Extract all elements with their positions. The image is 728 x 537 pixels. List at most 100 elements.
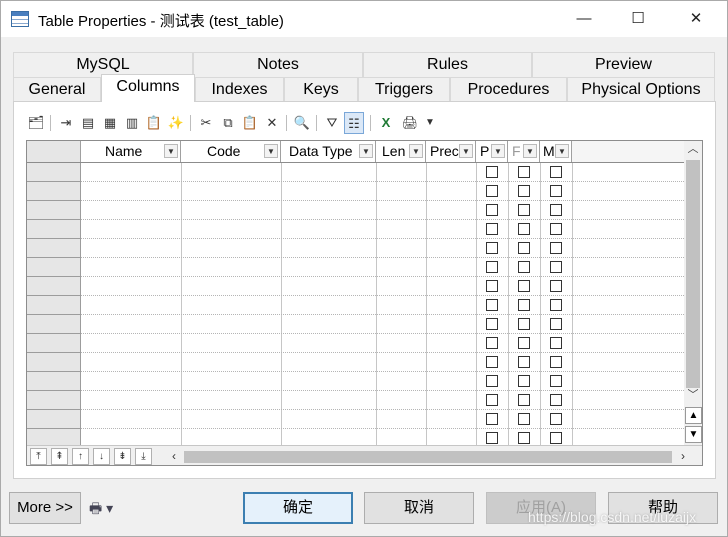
column-header-code[interactable]: Code ▼ [181,141,281,162]
add-rows-icon[interactable]: ▦ [100,112,120,134]
add-row-icon[interactable]: ▤ [78,112,98,134]
horizontal-scrollbar-thumb[interactable] [184,451,672,463]
tab-physical-options[interactable]: Physical Options [567,77,715,102]
scroll-up-icon[interactable]: ︿ [684,141,702,158]
column-header-data-type[interactable]: Data Type ▼ [281,141,376,162]
delete-icon[interactable]: ✕ [262,112,282,134]
primary-key-checkbox[interactable] [486,280,498,292]
table-row[interactable] [81,353,684,372]
mandatory-checkbox[interactable] [550,242,562,254]
row-selector[interactable] [27,220,81,239]
row-selector[interactable] [27,353,81,372]
tab-procedures[interactable]: Procedures [450,77,567,102]
table-row[interactable] [81,239,684,258]
scroll-top-icon[interactable]: ▲ [685,407,702,424]
mandatory-checkbox[interactable] [550,413,562,425]
mandatory-checkbox[interactable] [550,432,562,444]
table-row[interactable] [81,391,684,410]
cut-icon[interactable]: ✂ [196,112,216,134]
add-columns-icon[interactable]: ▥ [122,112,142,134]
table-row[interactable] [81,182,684,201]
table-row[interactable] [81,410,684,429]
tab-triggers[interactable]: Triggers [358,77,450,102]
mandatory-checkbox[interactable] [550,223,562,235]
chevron-down-icon[interactable]: ▼ [459,144,473,158]
primary-key-checkbox[interactable] [486,299,498,311]
move-up-icon[interactable]: ↑ [72,448,89,465]
row-selector[interactable] [27,201,81,220]
customize-columns-icon[interactable]: ☷ [344,112,364,134]
mandatory-checkbox[interactable] [550,375,562,387]
table-row[interactable] [81,220,684,239]
scroll-bottom-icon[interactable]: ▼ [685,426,702,443]
tab-general[interactable]: General [13,77,101,102]
row-selector[interactable] [27,163,81,182]
excel-export-icon[interactable]: X [376,112,396,134]
column-header-f[interactable]: F ▼ [508,141,540,162]
move-down-page-icon[interactable]: ⇟ [114,448,131,465]
print-icon[interactable]: 🖨 [400,112,420,134]
foreign-key-checkbox[interactable] [518,337,530,349]
table-row[interactable] [81,372,684,391]
ok-button[interactable]: 确定 [243,492,353,524]
row-selector[interactable] [27,296,81,315]
foreign-key-checkbox[interactable] [518,185,530,197]
table-row[interactable] [81,163,684,182]
scroll-left-icon[interactable]: ‹ [167,448,181,465]
mandatory-checkbox[interactable] [550,261,562,273]
foreign-key-checkbox[interactable] [518,280,530,292]
row-selector[interactable] [27,258,81,277]
scrollbar-thumb[interactable] [686,160,700,388]
foreign-key-checkbox[interactable] [518,375,530,387]
table-row[interactable] [81,296,684,315]
foreign-key-checkbox[interactable] [518,204,530,216]
table-row[interactable] [81,201,684,220]
primary-key-checkbox[interactable] [486,242,498,254]
new-item-icon[interactable]: ✨ [166,112,186,134]
chevron-down-icon[interactable]: ▼ [523,144,537,158]
foreign-key-checkbox[interactable] [518,166,530,178]
paste-column-icon[interactable]: 📋 [144,112,164,134]
mandatory-checkbox[interactable] [550,299,562,311]
filter-icon[interactable]: ⛛ [322,112,342,134]
mandatory-checkbox[interactable] [550,318,562,330]
row-selector[interactable] [27,410,81,429]
copy-icon[interactable]: ⧉ [218,112,238,134]
primary-key-checkbox[interactable] [486,394,498,406]
tab-notes[interactable]: Notes [193,52,363,77]
cancel-button[interactable]: 取消 [364,492,474,524]
foreign-key-checkbox[interactable] [518,413,530,425]
column-header-p[interactable]: P ▼ [476,141,508,162]
row-selector[interactable] [27,391,81,410]
primary-key-checkbox[interactable] [486,356,498,368]
close-button[interactable]: ✕ [673,1,719,37]
minimize-button[interactable]: — [561,1,607,37]
tab-columns[interactable]: Columns [101,74,195,102]
primary-key-checkbox[interactable] [486,204,498,216]
row-selector[interactable] [27,182,81,201]
primary-key-checkbox[interactable] [486,318,498,330]
foreign-key-checkbox[interactable] [518,432,530,444]
tab-indexes[interactable]: Indexes [195,77,284,102]
foreign-key-checkbox[interactable] [518,394,530,406]
row-selector[interactable] [27,315,81,334]
primary-key-checkbox[interactable] [486,166,498,178]
chevron-down-icon[interactable]: ▼ [359,144,373,158]
scroll-right-icon[interactable]: › [676,448,690,465]
mandatory-checkbox[interactable] [550,204,562,216]
foreign-key-checkbox[interactable] [518,318,530,330]
chevron-down-icon[interactable]: ▼ [409,144,423,158]
foreign-key-checkbox[interactable] [518,261,530,273]
foreign-key-checkbox[interactable] [518,242,530,254]
insert-row-icon[interactable]: ⇥ [56,112,76,134]
printer-icon[interactable]: 🖶 ▾ [89,498,113,522]
move-down-icon[interactable]: ↓ [93,448,110,465]
paste-icon[interactable]: 📋 [240,112,260,134]
column-header-len[interactable]: Len ▼ [376,141,426,162]
foreign-key-checkbox[interactable] [518,223,530,235]
column-header-name[interactable]: Name ▼ [81,141,181,162]
primary-key-checkbox[interactable] [486,413,498,425]
move-up-page-icon[interactable]: ⇞ [51,448,68,465]
column-header-prec[interactable]: Prec ▼ [426,141,476,162]
mandatory-checkbox[interactable] [550,356,562,368]
